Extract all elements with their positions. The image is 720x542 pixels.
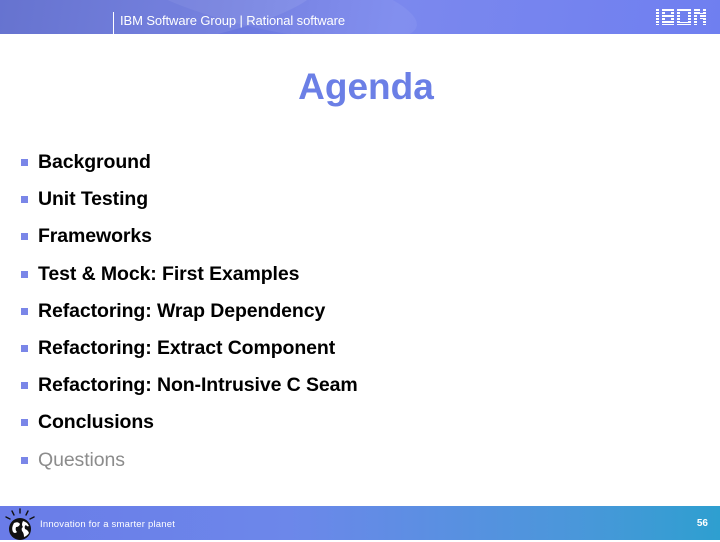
square-bullet-icon — [21, 382, 28, 390]
footer-tagline: Innovation for a smarter planet — [40, 519, 176, 530]
agenda-item: Frameworks — [21, 218, 358, 255]
square-bullet-icon — [21, 456, 28, 464]
agenda-list: Background Unit Testing Frameworks Test … — [21, 144, 358, 479]
square-bullet-icon — [21, 419, 28, 427]
agenda-item-label: Test & Mock: First Examples — [38, 262, 300, 285]
square-bullet-icon — [21, 196, 28, 204]
agenda-item-label: Questions — [38, 448, 125, 471]
footer-bar: Innovation for a smarter planet 56 — [0, 506, 720, 540]
agenda-item-label: Frameworks — [38, 225, 152, 248]
agenda-item: Questions — [21, 442, 358, 479]
agenda-item-label: Unit Testing — [38, 188, 149, 211]
header-divider — [113, 12, 114, 34]
slide-title: Agenda — [298, 66, 434, 107]
header-bar: IBM Software Group | Rational software — [0, 0, 720, 34]
smarter-planet-globe-icon — [5, 508, 35, 540]
header-title: IBM Software Group | Rational software — [120, 13, 346, 28]
agenda-item: Refactoring: Wrap Dependency — [21, 293, 358, 330]
agenda-item-label: Conclusions — [38, 411, 154, 434]
agenda-item-label: Background — [38, 151, 151, 174]
agenda-item-label: Refactoring: Extract Component — [38, 337, 336, 360]
square-bullet-icon — [21, 307, 28, 315]
agenda-item: Test & Mock: First Examples — [21, 256, 358, 293]
square-bullet-icon — [21, 345, 28, 353]
agenda-item: Background — [21, 144, 358, 181]
page-number: 56 — [696, 518, 708, 529]
square-bullet-icon — [21, 159, 28, 167]
agenda-item: Conclusions — [21, 404, 358, 441]
square-bullet-icon — [21, 270, 28, 278]
ibm-logo-icon — [656, 9, 708, 25]
agenda-item-label: Refactoring: Non-Intrusive C Seam — [38, 374, 358, 397]
agenda-item: Refactoring: Extract Component — [21, 330, 358, 367]
agenda-item-label: Refactoring: Wrap Dependency — [38, 299, 326, 322]
agenda-item: Refactoring: Non-Intrusive C Seam — [21, 367, 358, 404]
agenda-item: Unit Testing — [21, 181, 358, 218]
square-bullet-icon — [21, 233, 28, 241]
